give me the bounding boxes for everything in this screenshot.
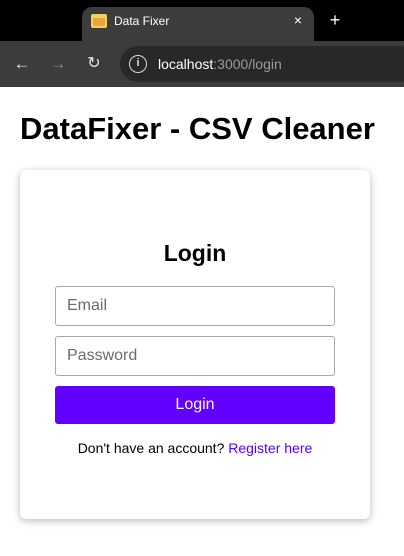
- browser-toolbar: ← → ↻ i localhost:3000/login: [0, 41, 404, 87]
- register-link[interactable]: Register here: [228, 440, 312, 456]
- reload-icon[interactable]: ↻: [83, 53, 105, 75]
- url-path: :3000/login: [213, 56, 282, 72]
- register-prompt: Don't have an account? Register here: [20, 440, 370, 457]
- page-title: DataFixer - CSV Cleaner: [20, 111, 375, 146]
- email-field[interactable]: [55, 286, 335, 326]
- new-tab-icon[interactable]: +: [326, 10, 344, 30]
- address-bar[interactable]: i localhost:3000/login: [120, 46, 404, 82]
- login-heading: Login: [163, 240, 227, 266]
- browser-tab[interactable]: Data Fixer ×: [82, 7, 314, 41]
- forward-arrow-icon[interactable]: →: [47, 53, 69, 75]
- password-field[interactable]: [55, 336, 335, 376]
- register-prompt-text: Don't have an account?: [77, 440, 229, 456]
- browser-tabstrip: Data Fixer × +: [0, 0, 404, 41]
- back-arrow-icon[interactable]: ←: [11, 53, 33, 75]
- site-info-icon[interactable]: i: [129, 55, 147, 73]
- url-host: localhost: [158, 56, 214, 72]
- folder-icon: [91, 14, 107, 28]
- login-button[interactable]: Login: [55, 386, 335, 424]
- tab-title: Data Fixer: [114, 14, 170, 28]
- login-card: Login Login Don't have an account? Regis…: [20, 170, 370, 519]
- close-icon[interactable]: ×: [291, 13, 305, 27]
- url-text: localhost:3000/login: [158, 56, 282, 72]
